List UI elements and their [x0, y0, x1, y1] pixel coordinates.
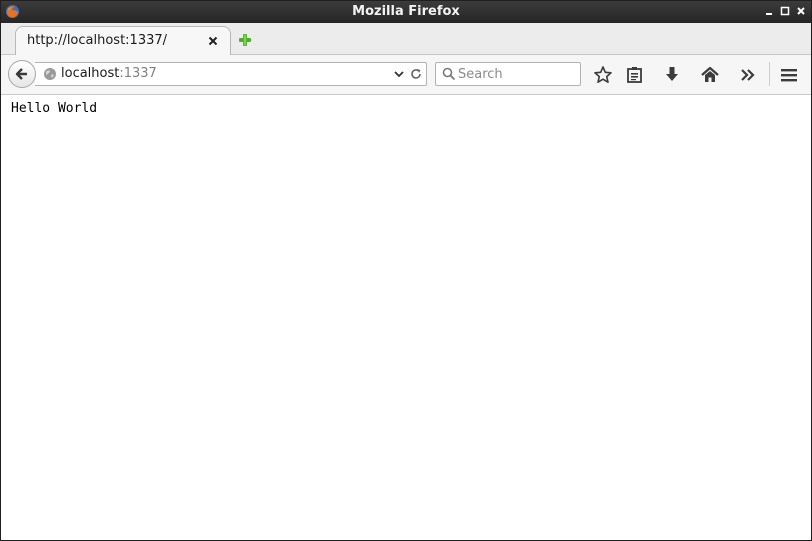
browser-window: Mozilla Firefox http://localhost:1337/ l… — [0, 0, 812, 541]
close-icon[interactable] — [206, 34, 220, 48]
search-input[interactable] — [458, 64, 576, 84]
reading-list-icon[interactable] — [625, 65, 645, 85]
page-content: Hello World — [2, 95, 810, 539]
tab-strip: http://localhost:1337/ — [1, 23, 811, 55]
back-arrow-icon — [15, 68, 27, 80]
window-title: Mozilla Firefox — [352, 4, 460, 19]
reload-icon[interactable] — [409, 67, 423, 81]
globe-icon — [44, 68, 56, 80]
home-icon[interactable] — [700, 65, 720, 85]
menu-icon[interactable] — [779, 65, 799, 85]
tab-title: http://localhost:1337/ — [27, 33, 168, 48]
search-box[interactable] — [435, 62, 581, 86]
toolbar-separator — [769, 62, 770, 86]
page-body-text: Hello World — [11, 101, 98, 116]
download-icon[interactable] — [662, 65, 682, 85]
url-text[interactable]: localhost:1337 — [61, 66, 157, 81]
close-icon[interactable] — [793, 3, 809, 19]
url-host: localhost — [61, 66, 120, 81]
plus-icon[interactable] — [237, 32, 253, 48]
search-icon — [442, 67, 456, 81]
chevron-down-icon[interactable] — [393, 68, 405, 80]
title-bar[interactable]: Mozilla Firefox — [1, 1, 811, 23]
minimize-icon[interactable] — [761, 3, 777, 19]
url-port: :1337 — [119, 66, 157, 81]
star-icon[interactable] — [593, 65, 613, 85]
tab-localhost[interactable]: http://localhost:1337/ — [15, 26, 231, 55]
navigation-toolbar: localhost:1337 — [1, 55, 811, 95]
maximize-icon[interactable] — [777, 3, 793, 19]
back-button[interactable] — [8, 60, 36, 88]
overflow-chevron-icon[interactable] — [738, 65, 758, 85]
url-bar[interactable]: localhost:1337 — [35, 62, 427, 86]
